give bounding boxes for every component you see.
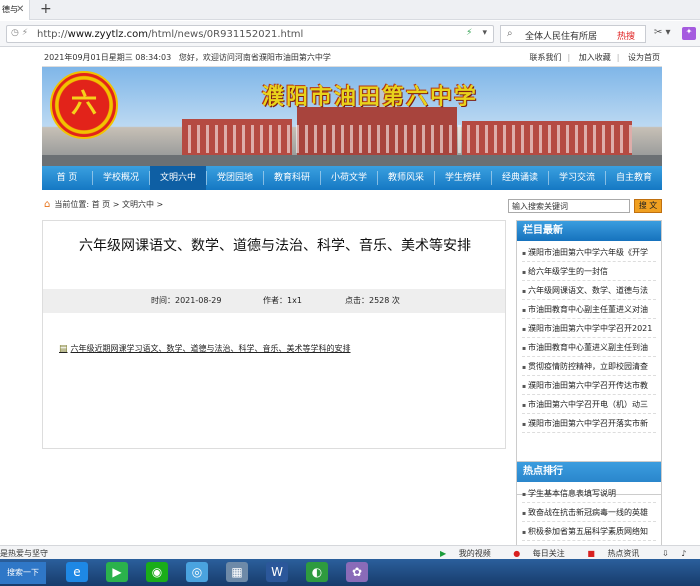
play-icon: ▶ bbox=[440, 549, 447, 558]
favorite-link[interactable]: 加入收藏 bbox=[579, 53, 611, 62]
ground bbox=[42, 155, 662, 166]
breadcrumb-section[interactable]: 文明六中 bbox=[122, 200, 154, 209]
list-item[interactable]: 贯彻疫情防控精神，立即校园清查 bbox=[522, 357, 656, 376]
list-item[interactable]: 濮阳市油田第六中学召开传达市教 bbox=[522, 376, 656, 395]
qq-icon[interactable]: ◎ bbox=[186, 562, 208, 582]
list-item[interactable]: 市油田第六中学召开电（机）动三 bbox=[522, 395, 656, 414]
main-nav: 首 页 学校概况 文明六中 党团园地 教育科研 小荷文学 教师风采 学生榜样 经… bbox=[42, 166, 662, 190]
top-links: 联系我们 | 加入收藏 | 设为首页 bbox=[529, 53, 661, 62]
page-info-icon[interactable]: ◷ ⚡ bbox=[11, 28, 28, 38]
home-icon: ⌂ bbox=[44, 199, 51, 210]
nav-exchange[interactable]: 学习交流 bbox=[549, 166, 605, 190]
chevron-down-icon[interactable]: ▾ bbox=[482, 28, 487, 38]
sound-icon[interactable]: ♪ bbox=[681, 549, 686, 558]
browser-search-box[interactable]: ⌕ 全体人民住有所居 热搜 bbox=[500, 25, 646, 43]
contact-link[interactable]: 联系我们 bbox=[530, 53, 562, 62]
school-logo: 六 bbox=[50, 71, 118, 139]
list-item[interactable]: 给六年级学生的一封信 bbox=[522, 262, 656, 281]
url-tools[interactable]: ⚡ ▾ bbox=[466, 28, 487, 38]
nav-self-education[interactable]: 自主教育 bbox=[606, 166, 662, 190]
nav-reading[interactable]: 经典诵读 bbox=[492, 166, 548, 190]
list-item[interactable]: 濮阳市油田第六中学六年级《开学 bbox=[522, 243, 656, 262]
search-icon: ⌕ bbox=[507, 28, 513, 39]
player-icon[interactable]: ▶ bbox=[106, 562, 128, 582]
browser-tab-bar: 德与 ✕ + bbox=[0, 0, 700, 20]
status-text: 是热爱与坚守 bbox=[0, 549, 48, 558]
hot-panel: 热点排行 学生基本信息表填写说明 致奋战在抗击新冠病毒一线的英雄 积极参加省第五… bbox=[516, 461, 662, 547]
search-suggestion: 全体人民住有所居 bbox=[525, 32, 598, 42]
article-time: 时间：2021-08-29 bbox=[151, 296, 222, 305]
article-meta: 时间：2021-08-29 作者：1x1 点击：2528 次 bbox=[43, 289, 505, 313]
url-input[interactable]: ◷ ⚡ http://www.zyytlz.com/html/news/0R93… bbox=[6, 25, 494, 43]
start-search-button[interactable]: 搜索一下 bbox=[0, 562, 46, 584]
video-link[interactable]: ▶ 我的视频 bbox=[440, 549, 501, 558]
download-icon[interactable]: ⇩ bbox=[662, 549, 669, 558]
news-icon: ■ bbox=[587, 549, 595, 558]
follow-link[interactable]: ● 每日关注 bbox=[513, 549, 575, 558]
nav-research[interactable]: 教育科研 bbox=[264, 166, 320, 190]
list-item[interactable]: 六年级网课语文、数学、道德与法 bbox=[522, 281, 656, 300]
homepage-link[interactable]: 设为首页 bbox=[628, 53, 660, 62]
list-item[interactable]: 市油田教育中心董进义副主任到油 bbox=[522, 338, 656, 357]
list-item[interactable]: 学生基本信息表填写说明 bbox=[522, 484, 656, 503]
url-text: http://www.zyytlz.com/html/news/0R931152… bbox=[37, 29, 304, 40]
site-search-button[interactable]: 搜 文 bbox=[634, 199, 662, 213]
breadcrumb: ⌂ 当前位置: 首 页 > 文明六中 > bbox=[44, 199, 164, 210]
follow-icon: ● bbox=[513, 549, 521, 558]
app-icon[interactable]: ▦ bbox=[226, 562, 248, 582]
lightning-icon[interactable]: ⚡ bbox=[466, 28, 472, 38]
building-windows bbox=[182, 125, 632, 153]
ie-icon[interactable]: e bbox=[66, 562, 88, 582]
attachment-icon: ▤ bbox=[59, 344, 68, 354]
close-icon[interactable]: ✕ bbox=[16, 4, 24, 15]
article: 六年级网课语文、数学、道德与法治、科学、音乐、美术等安排 时间：2021-08-… bbox=[42, 220, 506, 449]
list-item[interactable]: 濮阳市油田第六中学中学召开2021 bbox=[522, 319, 656, 338]
latest-heading: 栏目最新 bbox=[517, 221, 661, 241]
list-item[interactable]: 积极参加省第五届科学素质网络知 bbox=[522, 522, 656, 541]
new-tab-icon[interactable]: + bbox=[40, 1, 52, 17]
school-website: 2021年09月01日星期三 08:34:03 您好，欢迎访问河南省濮阳市油田第… bbox=[42, 47, 662, 547]
school-banner: 六 濮阳市油田第六中学 bbox=[42, 67, 662, 166]
nav-party[interactable]: 党团园地 bbox=[207, 166, 263, 190]
date-welcome: 2021年09月01日星期三 08:34:03 您好，欢迎访问河南省濮阳市油田第… bbox=[44, 53, 331, 62]
list-item[interactable]: 濮阳市油田第六中学召开落实市新 bbox=[522, 414, 656, 433]
list-item[interactable]: 市油田教育中心副主任董进义对油 bbox=[522, 300, 656, 319]
top-info-bar: 2021年09月01日星期三 08:34:03 您好，欢迎访问河南省濮阳市油田第… bbox=[42, 47, 662, 67]
nav-home[interactable]: 首 页 bbox=[42, 166, 92, 190]
latest-panel: 栏目最新 濮阳市油田第六中学六年级《开学 给六年级学生的一封信 六年级网课语文、… bbox=[516, 220, 662, 495]
article-author: 作者：1x1 bbox=[263, 296, 302, 305]
extension-icon[interactable]: ✦ bbox=[682, 27, 696, 40]
nav-literature[interactable]: 小荷文学 bbox=[321, 166, 377, 190]
article-title: 六年级网课语文、数学、道德与法治、科学、音乐、美术等安排 bbox=[79, 238, 471, 254]
browser-taskbar-icon[interactable]: ◐ bbox=[306, 562, 328, 582]
site-search-input[interactable]: 输入搜索关键词 bbox=[508, 199, 630, 213]
attachment-link[interactable]: ▤ 六年级近期网课学习语文、数学、道德与法治、科学、音乐、美术等学科的安排 bbox=[59, 343, 351, 354]
nav-students[interactable]: 学生榜样 bbox=[435, 166, 491, 190]
hotnews-link[interactable]: ■ 热点资讯 bbox=[587, 549, 649, 558]
media-icon[interactable]: ✿ bbox=[346, 562, 368, 582]
article-clicks: 点击：2528 次 bbox=[345, 296, 400, 305]
browser-tab[interactable]: 德与 ✕ bbox=[0, 0, 30, 20]
wechat-icon[interactable]: ◉ bbox=[146, 562, 168, 582]
hot-heading: 热点排行 bbox=[517, 462, 661, 482]
address-bar: ◷ ⚡ http://www.zyytlz.com/html/news/0R93… bbox=[0, 21, 700, 47]
site-title: 濮阳市油田第六中学 bbox=[262, 84, 479, 110]
taskbar: 搜索一下 e ▶ ◉ ◎ ▦ W ◐ ✿ bbox=[0, 559, 700, 586]
scissors-icon[interactable]: ✂ ▾ bbox=[654, 27, 671, 38]
breadcrumb-home[interactable]: 首 页 bbox=[92, 200, 111, 209]
nav-teachers[interactable]: 教师风采 bbox=[378, 166, 434, 190]
word-icon[interactable]: W bbox=[266, 562, 288, 582]
nav-civilization[interactable]: 文明六中 bbox=[150, 166, 206, 190]
browser-status-bar: 是热爱与坚守 ▶ 我的视频 ● 每日关注 ■ 热点资讯 ⇩ ♪ ⊕ bbox=[0, 545, 700, 568]
list-item[interactable]: 致奋战在抗击新冠病毒一线的英雄 bbox=[522, 503, 656, 522]
hot-search-label[interactable]: 热搜 bbox=[617, 29, 635, 42]
nav-about[interactable]: 学校概况 bbox=[93, 166, 149, 190]
